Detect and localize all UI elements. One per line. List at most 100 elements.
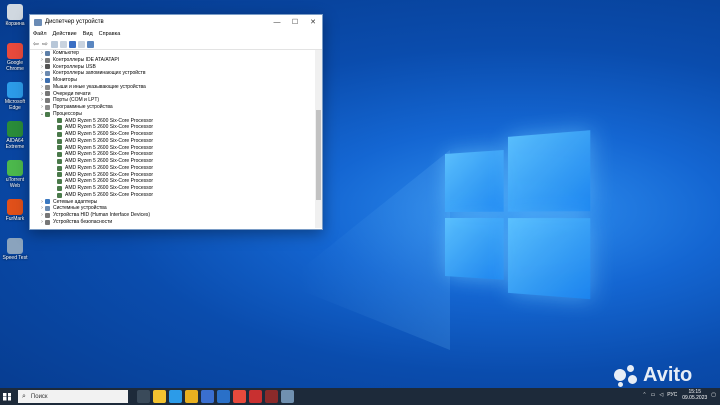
tree-device[interactable]: AMD Ryzen 5 2600 Six-Core Processor bbox=[33, 124, 311, 131]
chrome-icon[interactable] bbox=[233, 390, 246, 403]
menu-file[interactable]: Файл bbox=[33, 31, 47, 37]
taskbar-apps bbox=[134, 390, 294, 403]
tree-item-label: AMD Ryzen 5 2600 Six-Core Processor bbox=[65, 171, 154, 178]
tree-device[interactable]: AMD Ryzen 5 2600 Six-Core Processor bbox=[33, 145, 311, 152]
tree-item-label: AMD Ryzen 5 2600 Six-Core Processor bbox=[65, 185, 154, 191]
tree-device[interactable]: AMD Ryzen 5 2600 Six-Core Processor bbox=[33, 131, 311, 138]
tree-category[interactable]: › Порты (COM и LPT) bbox=[33, 97, 311, 104]
desktop-icon-label: Корзина bbox=[5, 21, 25, 27]
tree-item-label: Программные устройства bbox=[53, 104, 113, 110]
view-icon[interactable] bbox=[78, 40, 85, 48]
volume-icon[interactable]: ◁ bbox=[659, 392, 663, 398]
desktop-icon[interactable]: Speed Test bbox=[2, 238, 28, 261]
store-icon[interactable] bbox=[201, 390, 214, 403]
cpu-icon bbox=[57, 179, 62, 185]
tree-category[interactable]: › Контроллеры IDE ATA/ATAPI bbox=[33, 57, 311, 64]
tree-device[interactable]: AMD Ryzen 5 2600 Six-Core Processor bbox=[33, 118, 311, 125]
cpu-icon bbox=[57, 192, 62, 198]
tree-category[interactable]: › Мониторы bbox=[33, 77, 311, 84]
tree-device[interactable]: AMD Ryzen 5 2600 Six-Core Processor bbox=[33, 151, 311, 158]
edge-icon[interactable] bbox=[169, 390, 182, 403]
search-box[interactable]: ⌕ Поиск bbox=[18, 390, 128, 403]
desktop-icon-label: AIDA64 Extreme bbox=[5, 138, 25, 150]
tree-item-label: AMD Ryzen 5 2600 Six-Core Processor bbox=[65, 164, 154, 171]
tree-device[interactable]: AMD Ryzen 5 2600 Six-Core Processor bbox=[33, 158, 311, 165]
device-tree[interactable]: › Компьютер › Контроллеры IDE ATA/ATAPI › Кон… bbox=[33, 50, 311, 226]
minimize-button[interactable]: — bbox=[268, 15, 286, 29]
desktop-icon[interactable]: Корзина bbox=[2, 4, 28, 27]
back-icon[interactable]: ⇦ bbox=[33, 41, 40, 48]
desktop-icon-label: Microsoft Edge bbox=[4, 99, 26, 111]
app-icon bbox=[7, 4, 23, 20]
monitor-icon bbox=[45, 77, 50, 83]
tree-category[interactable]: › Системные устройства bbox=[33, 205, 311, 212]
cpu-icon bbox=[57, 185, 62, 191]
clock-date: 09.05.2023 bbox=[682, 395, 708, 401]
scrollbar-thumb[interactable] bbox=[316, 110, 321, 200]
avito-watermark: Avito bbox=[614, 364, 692, 387]
file-explorer-icon[interactable] bbox=[185, 390, 198, 403]
task-view-icon[interactable] bbox=[137, 390, 150, 403]
tree-item-label: Устройства HID (Human Interface Devices) bbox=[53, 212, 151, 218]
app-icon[interactable] bbox=[249, 390, 262, 403]
storage-icon bbox=[45, 71, 50, 77]
desktop-icon[interactable]: Microsoft Edge bbox=[2, 82, 28, 111]
tree-device[interactable]: AMD Ryzen 5 2600 Six-Core Processor bbox=[33, 138, 311, 145]
system-tray: ⌃ ▭ ◁ РУС 15:15 09.05.2023 ▢ bbox=[642, 389, 716, 401]
tree-category[interactable]: › Программные устройства bbox=[33, 104, 311, 111]
notifications-icon[interactable]: ▢ bbox=[711, 392, 716, 398]
tree-category[interactable]: › Устройства HID (Human Interface Devices… bbox=[33, 212, 311, 219]
menu-bar: Файл Действие Вид Справка bbox=[30, 29, 322, 39]
tray-chevron-icon[interactable]: ⌃ bbox=[642, 392, 646, 398]
clock[interactable]: 15:15 09.05.2023 bbox=[682, 389, 707, 401]
tree-item-label: Процессоры bbox=[53, 110, 82, 117]
tree-item-label: AMD Ryzen 5 2600 Six-Core Processor bbox=[65, 191, 154, 198]
menu-view[interactable]: Вид bbox=[83, 31, 93, 37]
network-icon[interactable]: ▭ bbox=[651, 392, 656, 398]
title-bar[interactable]: Диспетчер устройств — ☐ ✕ bbox=[30, 15, 322, 29]
cpu-icon bbox=[57, 145, 62, 151]
close-button[interactable]: ✕ bbox=[304, 15, 322, 29]
maximize-button[interactable]: ☐ bbox=[286, 15, 304, 29]
printer-icon bbox=[45, 91, 50, 97]
vertical-scrollbar[interactable] bbox=[315, 50, 322, 228]
mail-icon[interactable] bbox=[217, 390, 230, 403]
list-icon[interactable] bbox=[60, 40, 67, 48]
tree-category[interactable]: ⌄ Процессоры bbox=[33, 111, 311, 118]
device-manager-icon bbox=[34, 18, 42, 26]
properties-icon[interactable] bbox=[51, 40, 58, 48]
tree-device[interactable]: AMD Ryzen 5 2600 Six-Core Processor bbox=[33, 178, 311, 185]
tree-category[interactable]: › Устройства безопасности bbox=[33, 219, 311, 226]
tree-item-label: AMD Ryzen 5 2600 Six-Core Processor bbox=[65, 144, 154, 151]
desktop-icon[interactable]: Google Chrome bbox=[2, 43, 28, 72]
monitor-icon[interactable] bbox=[87, 40, 94, 48]
device-manager-window[interactable]: Диспетчер устройств — ☐ ✕ Файл Действие … bbox=[29, 14, 323, 230]
desktop-icon[interactable]: FurMark bbox=[2, 199, 28, 222]
app-icon[interactable] bbox=[265, 390, 278, 403]
cpu-icon bbox=[45, 111, 50, 117]
tree-device[interactable]: AMD Ryzen 5 2600 Six-Core Processor bbox=[33, 172, 311, 179]
mouse-icon bbox=[45, 84, 50, 90]
tree-device[interactable]: AMD Ryzen 5 2600 Six-Core Processor bbox=[33, 165, 311, 172]
usb-icon bbox=[45, 64, 50, 70]
tree-category[interactable]: › Контроллеры запоминающих устройств bbox=[33, 70, 311, 77]
windows-logo-wallpaper bbox=[445, 130, 594, 304]
file-explorer-icon[interactable] bbox=[153, 390, 166, 403]
help-icon[interactable] bbox=[69, 40, 76, 48]
desktop-icon[interactable]: AIDA64 Extreme bbox=[2, 121, 28, 150]
search-icon: ⌕ bbox=[22, 392, 26, 400]
tree-device[interactable]: AMD Ryzen 5 2600 Six-Core Processor bbox=[33, 185, 311, 192]
avito-logo-icon bbox=[614, 364, 640, 387]
tree-device[interactable]: AMD Ryzen 5 2600 Six-Core Processor bbox=[33, 192, 311, 199]
language-indicator[interactable]: РУС bbox=[667, 392, 677, 398]
desktop-icon[interactable]: uTorrent Web bbox=[2, 160, 28, 189]
tree-item-label: AMD Ryzen 5 2600 Six-Core Processor bbox=[65, 124, 154, 131]
tree-category[interactable]: › Очереди печати bbox=[33, 91, 311, 98]
menu-action[interactable]: Действие bbox=[53, 31, 77, 37]
tree-category[interactable]: › Мыши и иные указывающие устройства bbox=[33, 84, 311, 91]
forward-icon[interactable]: ⇨ bbox=[42, 41, 49, 48]
tree-category[interactable]: › Компьютер bbox=[33, 50, 311, 57]
device-manager-icon[interactable] bbox=[281, 390, 294, 403]
start-button[interactable] bbox=[0, 388, 14, 405]
menu-help[interactable]: Справка bbox=[99, 31, 121, 37]
